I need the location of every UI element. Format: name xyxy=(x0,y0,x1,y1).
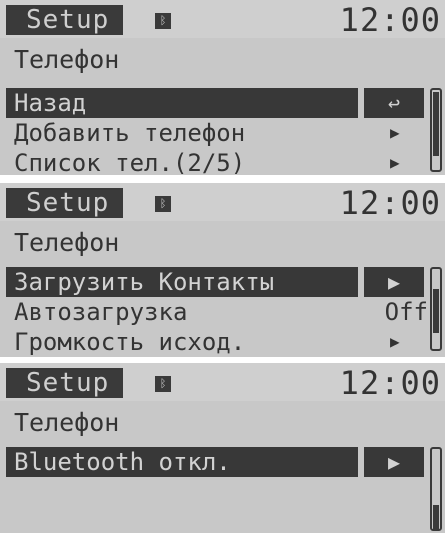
menu-item-label: Bluetooth откл. xyxy=(14,448,231,476)
scrollbar[interactable] xyxy=(430,447,442,531)
menu-item-label: Список тел.(2/5) xyxy=(14,149,246,175)
setup-screen-1: Setup ᛒ 12:00 Телефон Назад ↩ Добавить т… xyxy=(0,0,445,175)
menu-item-back[interactable]: Назад ↩ xyxy=(6,88,426,118)
bluetooth-icon: ᛒ xyxy=(155,13,171,29)
bluetooth-icon: ᛒ xyxy=(155,376,171,392)
clock: 12:00 xyxy=(339,1,441,39)
chevron-right-icon[interactable]: ▶ xyxy=(364,267,424,297)
menu-item-autodownload[interactable]: Автозагрузка Off xyxy=(6,297,428,327)
setup-title: Setup xyxy=(6,368,124,398)
return-icon[interactable]: ↩ xyxy=(364,88,424,118)
header-bar: Setup ᛒ 12:00 xyxy=(0,183,445,221)
header-bar: Setup ᛒ 12:00 xyxy=(0,363,445,401)
menu-item-label: Автозагрузка xyxy=(14,298,188,326)
chevron-right-icon: ▶ xyxy=(390,123,400,142)
clock: 12:00 xyxy=(339,364,441,402)
scrollbar[interactable] xyxy=(430,267,442,351)
scroll-thumb[interactable] xyxy=(433,505,439,529)
setup-screen-3: Setup ᛒ 12:00 Телефон Bluetooth откл. ▶ xyxy=(0,363,445,533)
chevron-right-icon[interactable]: ▶ xyxy=(364,447,424,477)
divider xyxy=(0,176,445,180)
page-subtitle: Телефон xyxy=(14,45,120,74)
header-bar: Setup ᛒ 12:00 xyxy=(0,0,445,38)
menu-item-download-contacts[interactable]: Загрузить Контакты ▶ xyxy=(6,267,426,297)
menu-item-outgoing-volume[interactable]: Громкость исход. ▶ xyxy=(6,327,426,357)
menu-item-label: Назад xyxy=(14,89,87,117)
scroll-thumb[interactable] xyxy=(433,92,439,156)
divider xyxy=(0,357,445,361)
setup-screen-2: Setup ᛒ 12:00 Телефон Загрузить Контакты… xyxy=(0,183,445,358)
menu-item-label: Загрузить Контакты xyxy=(14,268,275,296)
menu-item-label: Громкость исход. xyxy=(14,328,246,356)
setup-title: Setup xyxy=(6,188,124,218)
page-subtitle: Телефон xyxy=(14,408,120,437)
menu-item-bluetooth-off[interactable]: Bluetooth откл. ▶ xyxy=(6,447,426,477)
setup-title: Setup xyxy=(6,5,124,35)
chevron-right-icon: ▶ xyxy=(390,332,400,351)
menu-item-add-phone[interactable]: Добавить телефон ▶ xyxy=(6,118,426,148)
clock: 12:00 xyxy=(339,184,441,222)
scrollbar[interactable] xyxy=(430,88,442,172)
page-subtitle: Телефон xyxy=(14,228,120,257)
autodownload-value: Off xyxy=(384,298,428,326)
menu-item-phone-list[interactable]: Список тел.(2/5) ▶ xyxy=(6,148,426,175)
chevron-right-icon: ▶ xyxy=(390,153,400,172)
bluetooth-icon: ᛒ xyxy=(155,196,171,212)
menu-item-label: Добавить телефон xyxy=(14,119,246,147)
scroll-thumb[interactable] xyxy=(433,289,439,333)
